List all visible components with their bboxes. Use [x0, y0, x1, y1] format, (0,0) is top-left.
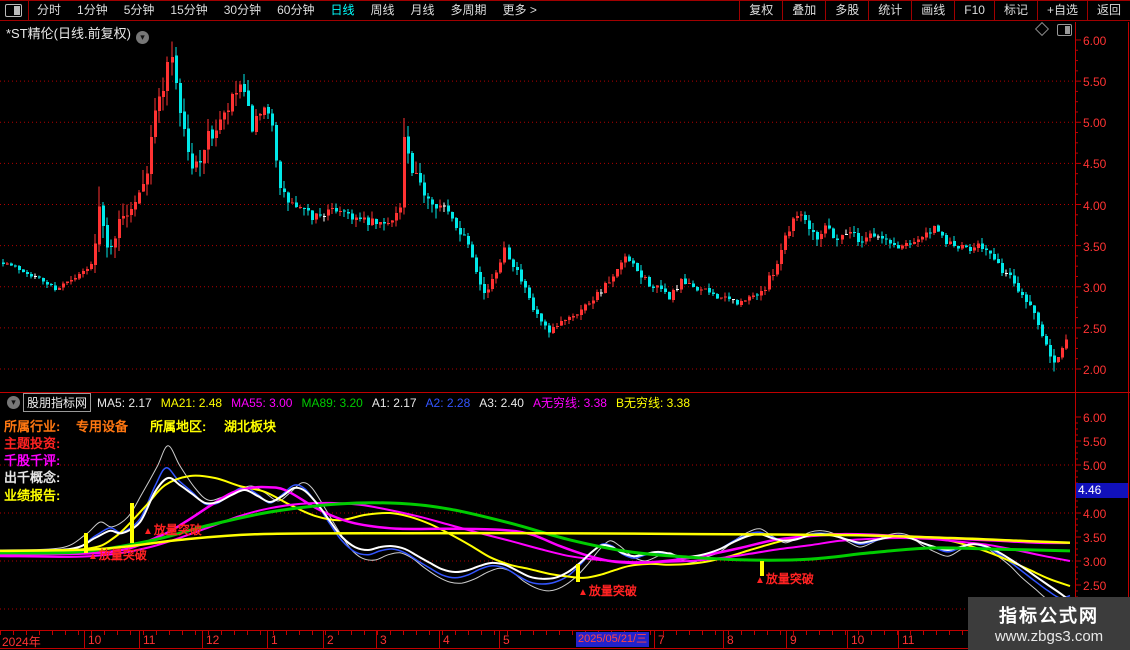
month-divider — [654, 631, 655, 649]
month-label[interactable]: 7 — [658, 633, 665, 647]
signal-label: 放量突破 — [588, 584, 637, 598]
indicator-values: MA5: 2.17 MA21: 2.48 MA55: 3.00 MA89: 3.20 A… — [97, 394, 699, 412]
indicator-value: A无穷线: 3.38 — [532, 395, 607, 410]
axis-line — [1075, 22, 1076, 650]
month-label[interactable]: 4 — [443, 633, 450, 647]
indicator-value: MA5: 2.17 — [97, 395, 152, 410]
up-triangle-icon: ▲ — [88, 551, 98, 562]
price-tag: 4.46 — [1076, 482, 1128, 498]
chevron-down-circle-icon[interactable]: ▾ — [7, 396, 20, 409]
month-divider — [376, 631, 377, 649]
watermark-url: www.zbgs3.com — [994, 628, 1104, 645]
month-label[interactable]: 9 — [790, 633, 797, 647]
axis-label: 3.00 — [1083, 280, 1107, 295]
month-divider — [786, 631, 787, 649]
axis-label: 6.00 — [1083, 411, 1107, 425]
info-link[interactable]: 出千概念: — [4, 467, 60, 486]
month-divider — [898, 631, 899, 649]
info-link[interactable]: 业绩报告: — [4, 485, 60, 504]
indicator-value: MA55: 3.00 — [231, 395, 293, 410]
indicator-value: B无穷线: 3.38 — [615, 395, 691, 410]
selected-date-label[interactable]: 2025/05/21/三 — [576, 632, 650, 647]
month-label[interactable]: 2 — [327, 633, 334, 647]
month-label[interactable]: 1 — [271, 633, 278, 647]
axis-label: 5.00 — [1083, 459, 1107, 473]
date-axis: 2024年 10 11 12 1 2 3 4 5 2025/05/21/三 7 8 9 10 11 — [0, 630, 1130, 650]
chevron-down-circle-icon[interactable]: ▾ — [135, 31, 149, 44]
axis-label: 3.50 — [1083, 239, 1107, 254]
indicator-source-badge[interactable]: 股朋指标网 — [23, 393, 92, 412]
axis-label: 4.00 — [1083, 507, 1107, 521]
month-label[interactable]: 8 — [727, 633, 734, 647]
axis-label: 3.00 — [1083, 555, 1107, 569]
axis-label: 2.50 — [1083, 321, 1107, 336]
month-divider — [139, 631, 140, 649]
axis-label: 6.00 — [1083, 34, 1107, 48]
month-divider — [499, 631, 500, 649]
date-ticks — [0, 631, 1076, 635]
indicator-value: A3: 2.40 — [479, 395, 524, 410]
month-divider — [323, 631, 324, 649]
month-divider — [847, 631, 848, 649]
indicator-value: A1: 2.17 — [371, 395, 417, 410]
info-link[interactable]: 专用设备 — [76, 416, 128, 435]
indicator-value: A2: 2.28 — [425, 395, 471, 410]
watermark-site-name: 指标公式网 — [999, 606, 1099, 626]
breakout-signal-marker: ▲放量突破 — [578, 582, 637, 599]
signal-label: 放量突破 — [153, 523, 202, 537]
axis-label: 4.00 — [1083, 198, 1107, 213]
axis-label: 2.00 — [1083, 363, 1107, 377]
breakout-signal-marker: ▲放量突破 — [88, 546, 147, 563]
indicator-value: MA89: 3.20 — [301, 395, 363, 410]
month-label[interactable]: 2024年 — [2, 633, 41, 650]
month-divider — [267, 631, 268, 649]
axis-label: 4.50 — [1083, 157, 1107, 172]
indicator-header: ▾ 股朋指标网 MA5: 2.17 MA21: 2.48 MA55: 3.00 MA8… — [2, 393, 699, 412]
signal-label: 放量突破 — [765, 572, 814, 586]
indicator-value: MA21: 2.48 — [160, 395, 223, 410]
up-triangle-icon: ▲ — [755, 575, 765, 586]
month-divider — [439, 631, 440, 649]
info-link[interactable]: 湖北板块 — [224, 416, 276, 435]
breakout-signal-marker: ▲放量突破 — [143, 521, 202, 538]
axis-label: 5.50 — [1083, 75, 1107, 90]
month-label[interactable]: 10 — [851, 633, 864, 647]
month-label[interactable]: 11 — [902, 633, 914, 647]
info-link[interactable]: 所属地区: — [150, 416, 206, 435]
chart-title: *ST精伦(日线.前复权) ▾ — [6, 23, 149, 44]
axis-label: 5.50 — [1083, 435, 1107, 449]
signal-label: 放量突破 — [98, 548, 147, 562]
up-triangle-icon: ▲ — [143, 526, 153, 537]
up-triangle-icon: ▲ — [578, 587, 588, 598]
month-label[interactable]: 3 — [380, 633, 387, 647]
breakout-signal-marker: ▲放量突破 — [755, 570, 814, 587]
month-label[interactable]: 5 — [503, 633, 510, 647]
right-frame-line — [1128, 22, 1129, 650]
axis-label: 5.00 — [1083, 116, 1107, 131]
month-divider — [723, 631, 724, 649]
watermark: 指标公式网 www.zbgs3.com — [968, 597, 1130, 650]
month-divider — [202, 631, 203, 649]
split-pane-icon[interactable] — [1057, 24, 1072, 36]
month-label[interactable]: 12 — [206, 633, 219, 647]
month-label[interactable]: 11 — [143, 633, 155, 647]
month-divider — [84, 631, 85, 649]
axis-label: 2.50 — [1083, 579, 1107, 593]
axis-label: 3.50 — [1083, 531, 1107, 545]
month-label[interactable]: 10 — [88, 633, 101, 647]
stock-app-window: 分时 1分钟 5分钟 15分钟 30分钟 60分钟 日线 周线 月线 多周期 更多 > 复权 叠加 多股… — [0, 0, 1130, 650]
candlestick-chart[interactable] — [0, 0, 1130, 650]
